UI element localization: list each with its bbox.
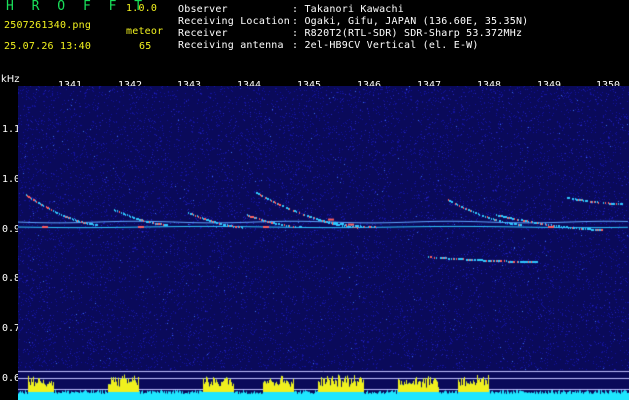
receiver-label: Receiver bbox=[178, 28, 228, 39]
meteor-count: 65 bbox=[139, 41, 152, 52]
spectrogram-canvas bbox=[18, 86, 629, 400]
timestamp: 25.07.26 13:40 bbox=[4, 41, 92, 52]
antenna-value: : 2el-HB9CV Vertical (el. E-W) bbox=[292, 40, 479, 51]
observer-value: : Takanori Kawachi bbox=[292, 4, 404, 15]
file-name: 2507261340.png bbox=[4, 20, 92, 31]
location-label: Receiving Location bbox=[178, 16, 290, 27]
observer-label: Observer bbox=[178, 4, 228, 15]
header-panel: H R O F F T 1.0.0 2507261340.png meteor … bbox=[0, 0, 629, 70]
location-value: : Ogaki, Gifu, JAPAN (136.60E, 35.35N) bbox=[292, 16, 529, 27]
app-version: 1.0.0 bbox=[126, 3, 158, 14]
frequency-unit: kHz bbox=[1, 74, 20, 85]
antenna-label: Receiving antenna bbox=[178, 40, 284, 51]
meteor-label: meteor bbox=[126, 26, 164, 37]
receiver-value: : R820T2(RTL-SDR) SDR-Sharp 53.372MHz bbox=[292, 28, 523, 39]
